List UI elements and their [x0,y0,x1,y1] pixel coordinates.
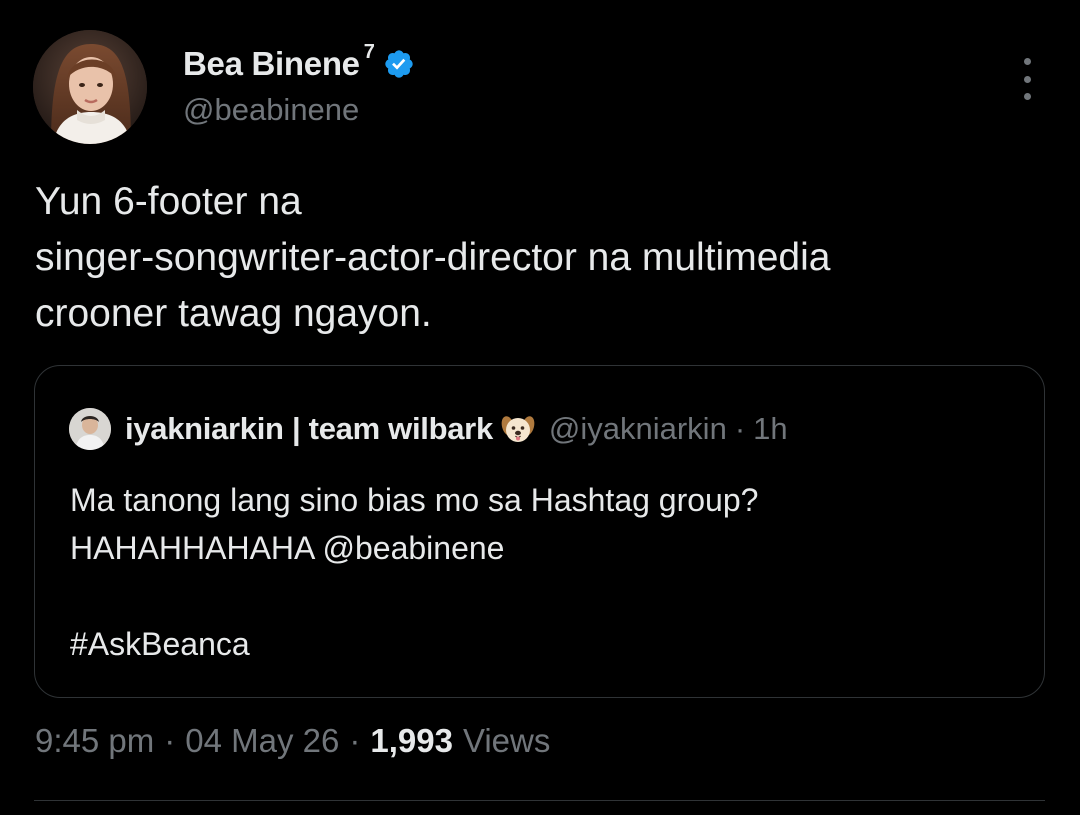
quoted-tweet-text: Ma tanong lang sino bias mo sa Hashtag g… [70,476,1020,668]
views-count: 1,993 [370,722,453,759]
verified-badge-icon [383,48,415,80]
more-dot [1023,93,1031,100]
meta-separator: · [349,722,361,759]
tweet-date[interactable]: 04 May 26 [185,722,339,760]
quoted-separator: · [734,411,746,446]
quoted-author-handle: @iyakniarkin [548,411,727,446]
dog-face-icon [501,412,535,446]
quoted-tweet-header: iyakniarkin | team wilbark @iyakniarkin … [69,406,788,452]
tweet-text-line: Yun 6-footer na [35,180,302,223]
more-options-icon[interactable] [1014,58,1040,100]
tweet-time[interactable]: 9:45 pm [35,722,154,760]
tweet-header: Bea Binene 7 @beabinene [33,30,1048,148]
author-name-row: Bea Binene 7 [183,40,415,84]
more-dot [1023,75,1031,83]
quoted-author-avatar[interactable] [69,408,111,450]
quoted-text-line [70,572,1020,620]
author-avatar[interactable] [33,30,147,144]
quoted-text-line: #AskBeanca [70,626,250,662]
quoted-tweet-card[interactable]: iyakniarkin | team wilbark @iyakniarkin … [34,365,1045,698]
quoted-text-line: Ma tanong lang sino bias mo sa Hashtag g… [70,482,759,518]
quoted-text-line: HAHAHHAHAHA @beabinene [70,530,505,566]
more-dot [1023,58,1031,65]
tweet-text-line: crooner tawag ngayon. [35,292,432,335]
author-name-superscript: 7 [363,40,375,63]
quoted-timestamp: 1h [753,411,788,446]
meta-separator: · [164,722,176,759]
divider [34,800,1045,801]
views-label: Views [462,722,551,759]
tweet-text-line: singer-songwriter-actor-director na mult… [35,236,831,279]
author-display-name[interactable]: Bea Binene [183,45,360,83]
tweet-text: Yun 6-footer na singer-songwriter-actor-… [35,174,1045,342]
tweet-meta: 9:45 pm · 04 May 26 · 1,993 Views [35,722,550,760]
quoted-author-name: iyakniarkin | team wilbark [125,411,493,446]
author-handle[interactable]: @beabinene [183,92,359,128]
